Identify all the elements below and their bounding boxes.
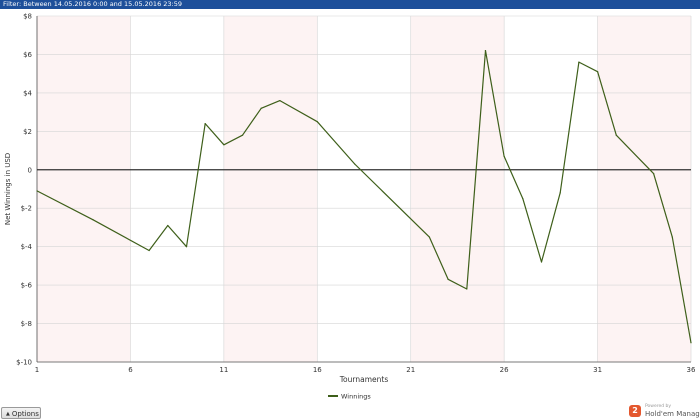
- x-tick-label: 21: [406, 366, 415, 374]
- data-point: [241, 134, 244, 136]
- shaded-band: [37, 16, 131, 362]
- data-point: [559, 192, 561, 194]
- y-tick-label: $4: [23, 89, 32, 97]
- net-winnings-chart: $8$6$4$20$-2$-4$-6$-8$-101 6 11 16 21 26 31 36T…: [4, 13, 696, 401]
- shaded-band: [223, 16, 318, 362]
- brand-name: Hold'em Manager: [645, 410, 700, 418]
- y-tick-label: $8: [23, 13, 32, 21]
- data-point: [578, 61, 580, 63]
- x-tick-label: 6: [128, 366, 133, 374]
- legend-label: Winnings: [341, 393, 371, 401]
- x-tick-label: 11: [219, 366, 228, 374]
- data-point: [260, 107, 262, 109]
- filter-text: Filter: Between 14.05.2016 0:00 and 15.0…: [3, 0, 183, 8]
- plot-area: [37, 16, 691, 362]
- data-point: [279, 99, 281, 102]
- filter-bar: Filter: Between 14.05.2016 0:00 and 15.0…: [0, 0, 700, 9]
- shaded-band: [410, 16, 505, 362]
- data-point: [223, 144, 225, 146]
- data-point: [503, 155, 505, 157]
- data-point: [36, 190, 38, 192]
- y-tick-label: $-4: [21, 243, 33, 251]
- data-point: [484, 50, 487, 52]
- hem-branding: 2 Powered by Hold'em Manager: [629, 403, 700, 420]
- x-tick-label: 31: [593, 366, 602, 374]
- data-point: [204, 123, 206, 125]
- data-point: [447, 278, 449, 280]
- y-axis-title: Net Winnings in USD: [4, 153, 12, 225]
- x-tick-label: 36: [687, 366, 696, 374]
- data-point: [92, 219, 94, 221]
- x-tick-label: 1: [35, 366, 39, 374]
- x-tick-label: 16: [313, 366, 322, 374]
- hem-logo-icon: 2: [629, 405, 641, 417]
- data-point: [167, 224, 169, 227]
- y-tick-label: $6: [23, 51, 32, 59]
- powered-by-text: Powered by: [645, 404, 672, 409]
- options-label: Options: [11, 410, 39, 418]
- data-point: [466, 288, 468, 290]
- data-point: [316, 121, 318, 123]
- y-tick-label: 0: [28, 166, 32, 174]
- options-button[interactable]: ▲ Options: [1, 407, 41, 419]
- data-point: [522, 198, 524, 200]
- data-point: [148, 249, 150, 252]
- options-arrow-icon: ▲: [6, 411, 10, 417]
- y-tick-label: $-8: [21, 320, 32, 328]
- data-point: [596, 71, 599, 73]
- data-point: [690, 342, 692, 344]
- data-point: [428, 236, 430, 238]
- y-tick-label: $2: [23, 128, 32, 136]
- x-axis-title: Tournaments: [339, 375, 389, 384]
- data-point: [615, 134, 617, 136]
- y-tick-label: $-6: [21, 282, 33, 290]
- data-point: [540, 261, 543, 263]
- data-point: [185, 246, 188, 248]
- y-tick-label: $-2: [21, 205, 32, 213]
- data-point: [653, 173, 655, 175]
- shaded-band: [597, 16, 691, 362]
- data-point: [354, 163, 356, 165]
- y-tick-label: $-10: [16, 359, 32, 367]
- data-point: [671, 236, 673, 238]
- x-tick-label: 26: [500, 366, 509, 374]
